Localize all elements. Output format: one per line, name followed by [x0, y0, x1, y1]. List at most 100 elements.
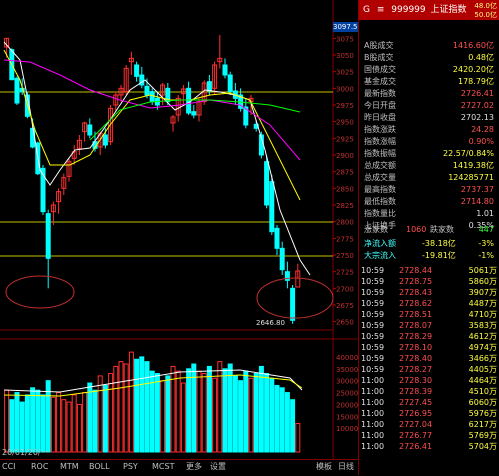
tab-template[interactable]: 模板	[314, 460, 334, 474]
indicator-tab-cci[interactable]: CCI	[0, 460, 18, 474]
tick-volume: 6060万	[468, 398, 497, 407]
volume-bar	[186, 368, 192, 453]
volume-bar	[165, 375, 171, 453]
candle-body	[191, 111, 197, 116]
quote-label: 最新指数	[364, 89, 396, 98]
quote-label: 指数振幅	[364, 149, 396, 158]
tick-row: 11:00 2728.30 4464万	[361, 375, 497, 386]
tick-price: 2728.30	[399, 376, 433, 385]
tick-time: 10:59	[361, 299, 385, 308]
volume-bar	[30, 387, 36, 453]
flow-row: 大宗流入 -19.81亿 -1%	[362, 250, 496, 262]
tick-volume: 4510万	[468, 387, 497, 396]
quote-label: 指数涨幅	[364, 137, 396, 146]
quote-row: 最高指数 2737.37	[362, 184, 496, 196]
quote-value: 124285771	[448, 173, 494, 182]
price-axis-label: 2850	[336, 185, 354, 193]
kline-chart[interactable]: 3075 3050 3025 3000 2975 2950 2925 2900 2875 2850…	[0, 0, 358, 459]
volume-bar	[154, 373, 160, 453]
tick-volume: 4974万	[468, 343, 497, 352]
tick-time: 10:59	[361, 277, 385, 286]
quote-value: 2702.13	[460, 113, 494, 122]
quote-value: 2420.20亿	[452, 65, 494, 74]
indicator-tab-更多[interactable]: 更多	[184, 460, 204, 474]
indicator-tab-设置[interactable]: 设置	[208, 460, 228, 474]
price-axis-label: 2750	[336, 252, 354, 260]
volume-axis-label: 35000	[336, 366, 358, 374]
tick-volume: 4464万	[468, 376, 497, 385]
tick-price: 2728.51	[399, 310, 433, 319]
tick-time: 10:59	[361, 343, 385, 352]
tick-price: 2728.43	[399, 288, 433, 297]
quote-value: 24.28	[471, 125, 494, 134]
indicator-tab-boll[interactable]: BOLL	[87, 460, 112, 474]
volume-axis-label: 10000	[336, 425, 358, 433]
tick-time: 11:00	[361, 420, 385, 429]
volume-bar	[92, 389, 98, 453]
volume-bar	[290, 399, 296, 453]
up-count: 1060	[406, 225, 427, 234]
quote-label: 总成交量	[364, 173, 396, 182]
indicator-tab-roc[interactable]: ROC	[29, 460, 50, 474]
tick-volume: 3583万	[468, 321, 497, 330]
tick-volume: 5860万	[468, 277, 497, 286]
tick-time: 11:00	[361, 409, 385, 418]
volume-bar	[264, 373, 270, 453]
volume-bar	[238, 380, 244, 453]
volume-bar	[102, 384, 108, 453]
menu-icon[interactable]: ≡	[377, 5, 385, 15]
candle-body	[45, 213, 51, 259]
price-axis-label: 2875	[336, 169, 354, 177]
quote-value: 2714.80	[460, 197, 494, 206]
tick-row: 10:59 2728.62 4487万	[361, 298, 497, 309]
indicator-tab-mcst[interactable]: MCST	[150, 460, 176, 474]
tick-volume: 5976万	[468, 409, 497, 418]
flow-value: -38.18亿	[422, 239, 456, 248]
header-amount-2: 50.0亿	[474, 11, 497, 19]
volume-bar	[35, 389, 41, 453]
quote-row: 国债成交 2420.20亿	[362, 64, 496, 76]
price-axis-label: 2700	[336, 285, 354, 293]
price-hint-box: 3097.5	[333, 22, 359, 32]
quote-label: 最低指数	[364, 197, 396, 206]
volume-axis-label: 40000	[336, 354, 358, 362]
quote-value: 0.48亿	[468, 53, 494, 62]
quote-value: 178.79亿	[458, 77, 494, 86]
volume-bar	[139, 356, 145, 453]
indicator-tab-psy[interactable]: PSY	[121, 460, 140, 474]
tick-price: 2727.04	[399, 420, 433, 429]
price-axis-label: 2725	[336, 269, 354, 277]
tick-price: 2728.39	[399, 387, 433, 396]
candle-body	[206, 81, 212, 92]
tick-row: 10:59 2728.44 5061万	[361, 265, 497, 276]
tick-price: 2728.29	[399, 332, 433, 341]
tab-daily[interactable]: 日线	[336, 460, 356, 474]
quote-label: 总成交额	[364, 161, 396, 170]
tick-volume: 4710万	[468, 310, 497, 319]
price-axis-label: 2675	[336, 302, 354, 310]
stock-name: 上证指数	[430, 5, 467, 15]
price-axis-label: 2650	[336, 319, 354, 327]
tick-row: 10:59 2728.07 3583万	[361, 320, 497, 331]
volume-axis-label: 25000	[336, 390, 358, 398]
tick-time: 10:59	[361, 354, 385, 363]
volume-bar	[253, 373, 259, 453]
flow-pct: -3%	[478, 239, 494, 248]
candle-body	[87, 124, 93, 136]
flow-label: 大宗流入	[364, 251, 396, 260]
down-count-label: 跌家数	[430, 225, 454, 234]
flow-value: -19.81亿	[422, 251, 456, 260]
low-marker-label: 2646.80	[256, 319, 285, 327]
tick-row: 11:00 2726.77 5769万	[361, 430, 497, 441]
tick-row: 11:00 2727.45 6060万	[361, 397, 497, 408]
tick-volume: 5769万	[468, 431, 497, 440]
quote-row: 指数量比 1.01	[362, 208, 496, 220]
candle-body	[144, 85, 150, 96]
tick-time: 11:00	[361, 398, 385, 407]
tick-price: 2727.45	[399, 398, 433, 407]
quote-label: 今日开盘	[364, 101, 396, 110]
candle-body	[134, 64, 140, 77]
candle-body	[264, 161, 270, 206]
indicator-tab-mtm[interactable]: MTM	[58, 460, 81, 474]
code-prefix: G	[363, 5, 370, 15]
